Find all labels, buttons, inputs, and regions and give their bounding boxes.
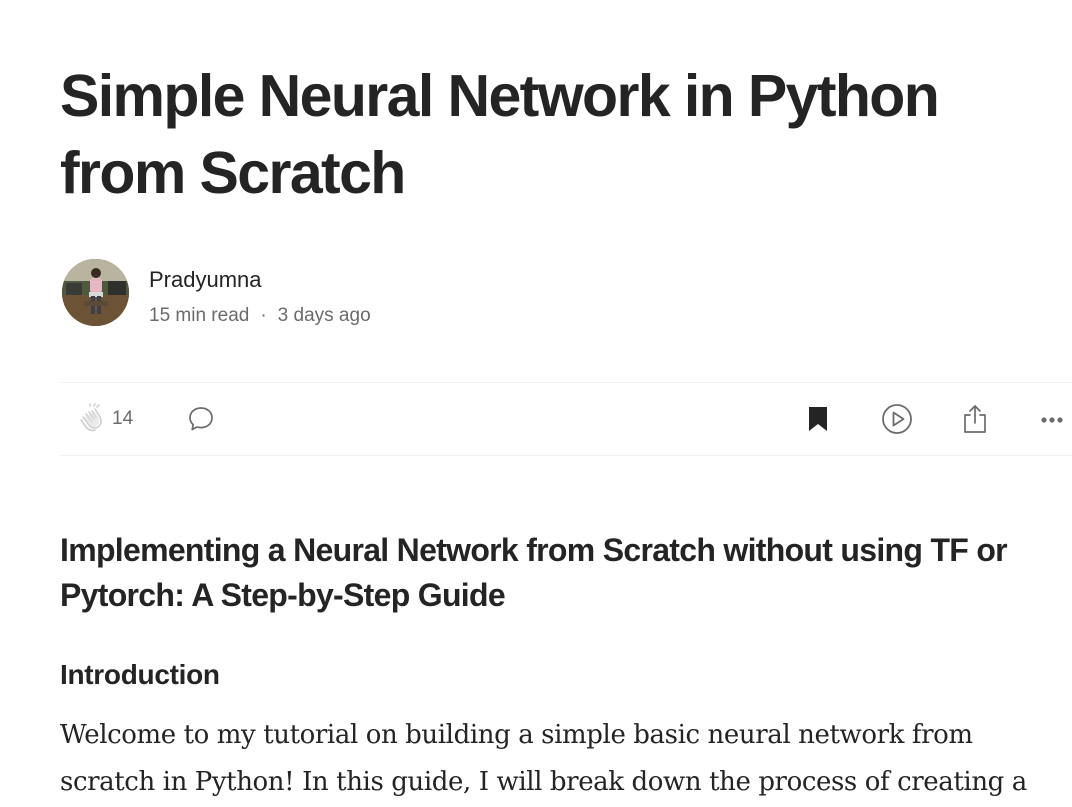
comment-bubble-icon bbox=[189, 407, 213, 431]
article-subtitle: Implementing a Neural Network from Scrat… bbox=[60, 532, 1008, 613]
action-bar: 14 bbox=[60, 382, 1072, 456]
clap-button[interactable]: 14 bbox=[74, 403, 133, 435]
play-circle-icon bbox=[882, 404, 912, 434]
more-options-button[interactable] bbox=[1038, 403, 1068, 435]
more-dots-icon bbox=[1041, 417, 1063, 423]
paragraph: Welcome to my tutorial on building a sim… bbox=[60, 720, 1027, 797]
article-meta: 15 min read · 3 days ago bbox=[149, 304, 371, 328]
clap-icon bbox=[80, 403, 102, 432]
share-button[interactable] bbox=[959, 403, 991, 435]
bookmark-filled-icon bbox=[809, 407, 827, 431]
comment-button[interactable] bbox=[185, 403, 217, 435]
meta-separator: · bbox=[260, 305, 267, 326]
listen-button[interactable] bbox=[880, 403, 914, 435]
clap-count: 14 bbox=[112, 408, 134, 429]
author-avatar[interactable] bbox=[62, 259, 129, 326]
article-title: Simple Neural Network in Python from Scr… bbox=[60, 63, 940, 206]
section-heading: Introduction bbox=[60, 659, 220, 690]
author-name[interactable]: Pradyumna bbox=[149, 267, 262, 293]
read-time: 15 min read bbox=[149, 305, 250, 326]
share-upload-icon bbox=[964, 405, 986, 433]
save-button[interactable] bbox=[802, 403, 834, 435]
author-block: Pradyumna 15 min read · 3 days ago bbox=[60, 258, 660, 328]
author-photo bbox=[62, 259, 129, 326]
published-date: 3 days ago bbox=[277, 305, 371, 326]
